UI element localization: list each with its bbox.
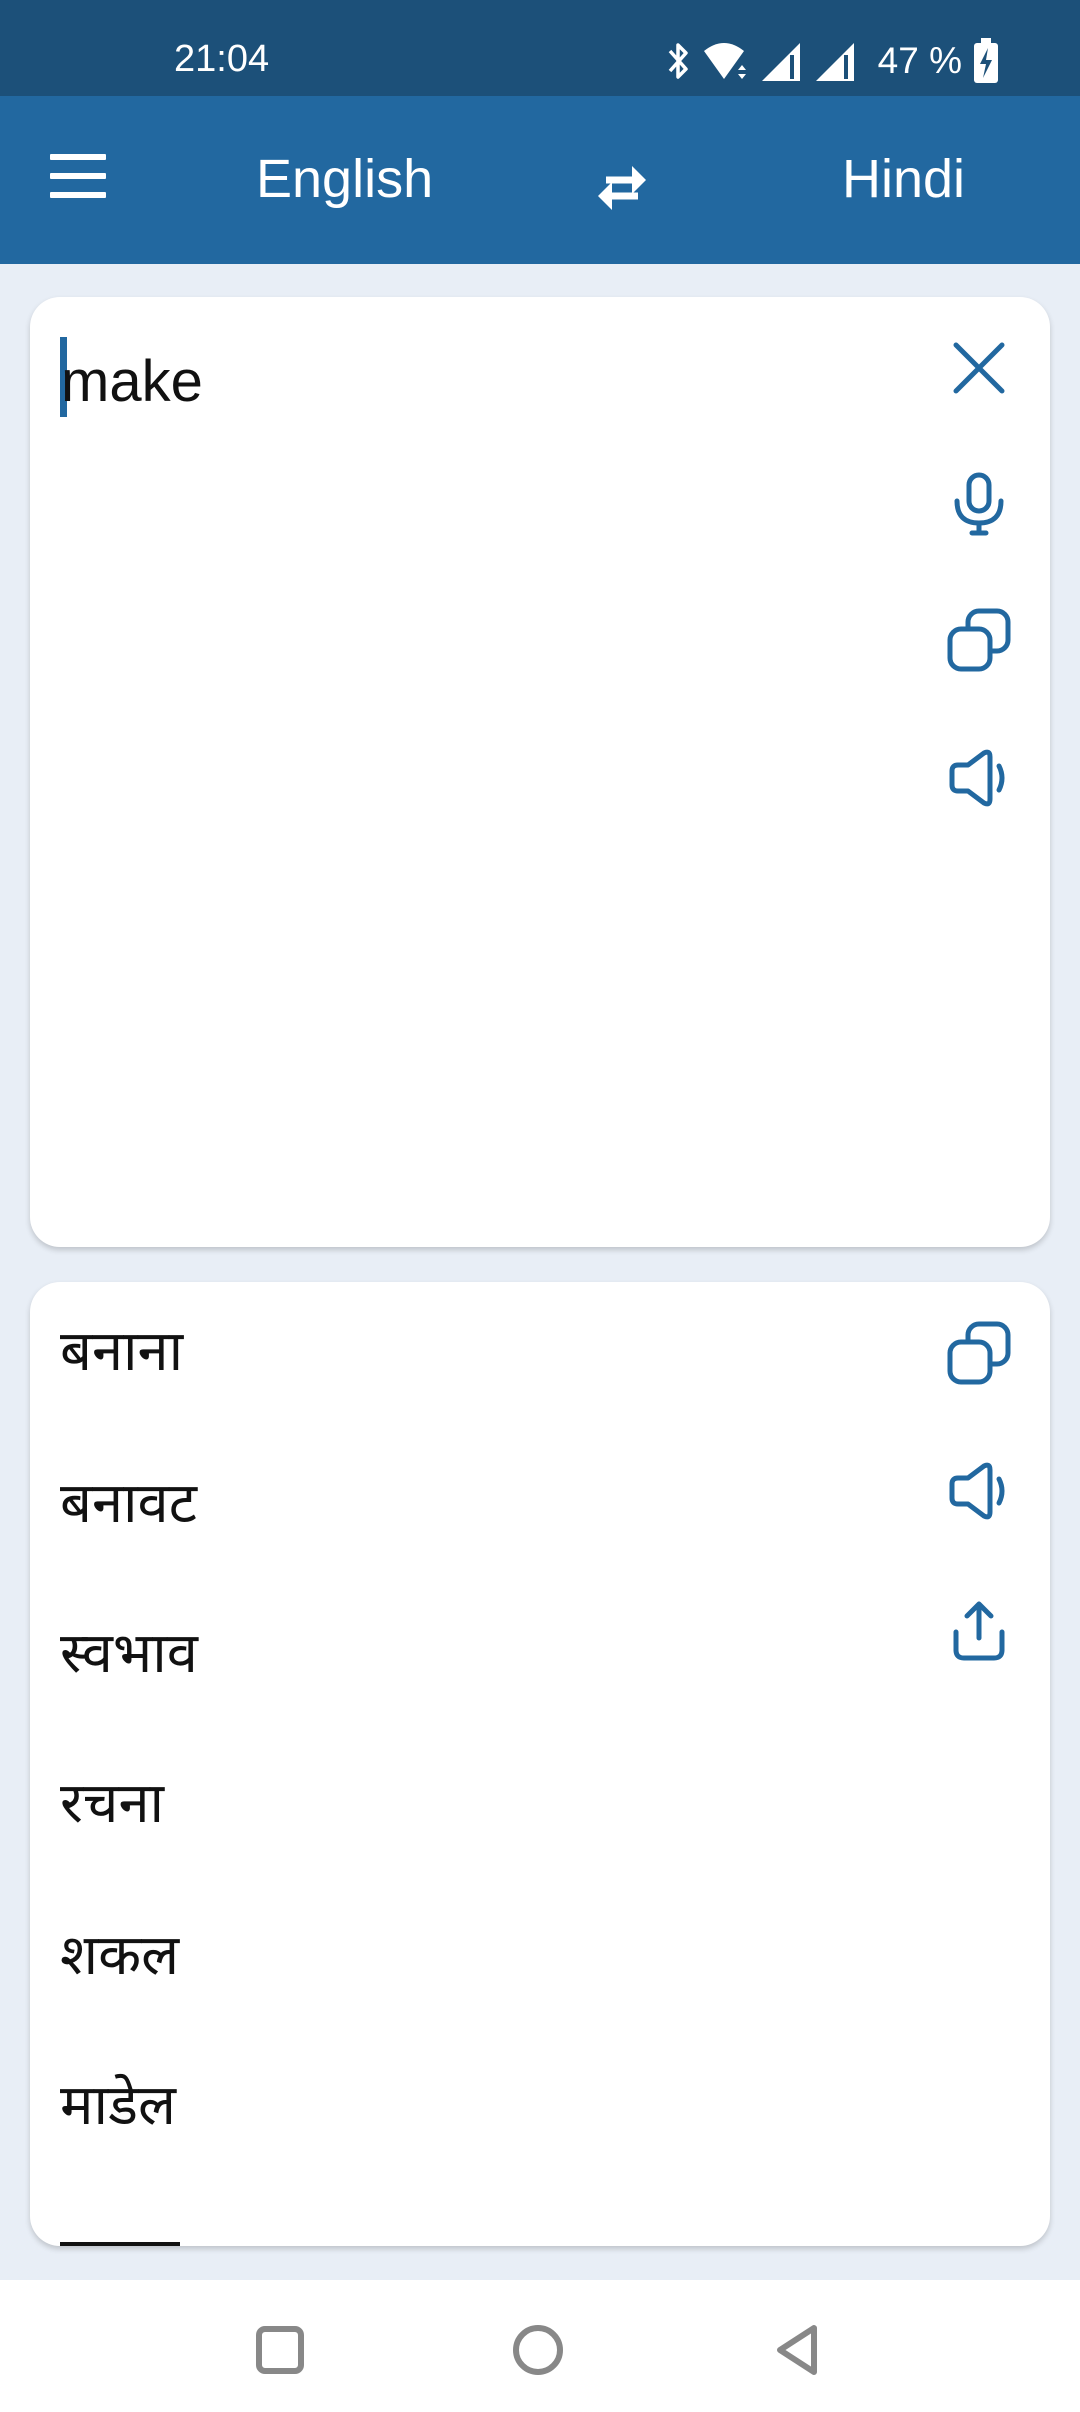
- source-text-input[interactable]: make: [60, 337, 203, 417]
- bluetooth-icon: [668, 43, 688, 79]
- copy-translation-button[interactable]: [942, 1316, 1016, 1390]
- status-time: 21:04: [174, 38, 270, 80]
- swap-icon: [598, 166, 646, 210]
- share-icon: [953, 1601, 1005, 1661]
- speak-translation-button[interactable]: [942, 1454, 1016, 1528]
- copy-source-button[interactable]: [942, 603, 1016, 677]
- menu-icon: [50, 154, 110, 198]
- status-icons: 47 %: [666, 38, 1000, 84]
- translation-item-partial: [60, 2242, 180, 2246]
- swap-languages-button[interactable]: [592, 156, 652, 216]
- microphone-button[interactable]: [942, 467, 1016, 541]
- home-icon: [513, 2325, 563, 2375]
- copy-icon: [947, 608, 1011, 672]
- navigation-bar: [0, 2280, 1080, 2412]
- wifi-icon: [703, 43, 746, 79]
- back-button[interactable]: [768, 2320, 828, 2380]
- input-card: make: [30, 297, 1050, 1247]
- source-language-selector[interactable]: English: [256, 149, 433, 209]
- close-icon: [953, 342, 1005, 394]
- source-text: make: [61, 349, 203, 414]
- microphone-icon: [954, 472, 1004, 536]
- battery-charging-icon: [974, 38, 998, 83]
- home-button[interactable]: [508, 2320, 568, 2380]
- translation-item[interactable]: माडेल: [60, 2072, 176, 2139]
- translation-item[interactable]: रचना: [60, 1770, 164, 1837]
- signal-icon: [815, 43, 854, 81]
- target-language-selector[interactable]: Hindi: [842, 149, 965, 209]
- battery-percent: 47 %: [877, 40, 962, 81]
- speaker-icon: [949, 749, 1005, 807]
- output-card: बनाना बनावट स्वभाव रचना शकल माडेल: [30, 1282, 1050, 2246]
- translation-item[interactable]: शकल: [60, 1922, 179, 1989]
- signal-icon: [761, 43, 800, 81]
- recents-button[interactable]: [250, 2320, 310, 2380]
- translation-item[interactable]: बनाना: [60, 1318, 183, 1385]
- copy-icon: [947, 1321, 1011, 1385]
- translation-item[interactable]: बनावट: [60, 1470, 197, 1537]
- clear-button[interactable]: [942, 331, 1016, 405]
- menu-button[interactable]: [50, 154, 110, 204]
- speak-source-button[interactable]: [942, 741, 1016, 815]
- speaker-icon: [949, 1462, 1005, 1520]
- recents-icon: [256, 2326, 304, 2374]
- translation-item[interactable]: स्वभाव: [60, 1620, 198, 1687]
- back-icon: [777, 2325, 817, 2375]
- app-bar: English Hindi: [0, 96, 1080, 264]
- share-translation-button[interactable]: [942, 1592, 1016, 1666]
- status-bar: 21:04 47 %: [0, 0, 1080, 96]
